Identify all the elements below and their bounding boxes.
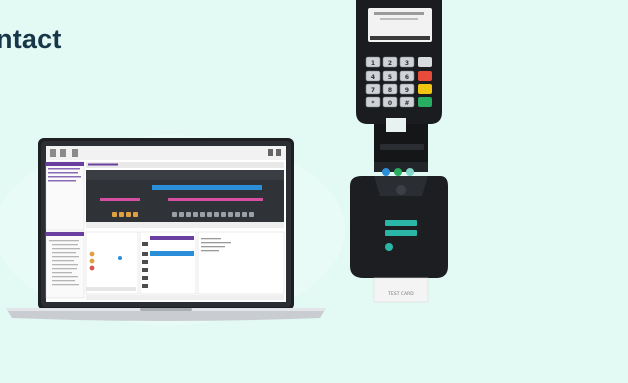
function-key	[418, 57, 432, 67]
svg-text:8: 8	[388, 87, 392, 94]
svg-text:1: 1	[371, 60, 375, 67]
svg-text:5: 5	[388, 74, 392, 81]
svg-text:4: 4	[371, 74, 375, 81]
svg-text:0: 0	[388, 100, 392, 107]
svg-text:9: 9	[405, 87, 409, 94]
clear-key	[418, 84, 432, 94]
cancel-key	[418, 71, 432, 81]
svg-text:6: 6	[405, 74, 409, 81]
payment-terminal-illustration: 123 456 789 * 0 # TEST CARD	[350, 0, 448, 303]
contactless-indicators	[382, 168, 414, 176]
enter-key	[418, 97, 432, 107]
svg-text:7: 7	[371, 87, 375, 94]
test-card-label: TEST CARD	[387, 291, 414, 297]
test-card	[373, 277, 429, 303]
svg-text:3: 3	[405, 60, 409, 67]
svg-text:#: #	[404, 100, 409, 107]
svg-text:2: 2	[388, 60, 392, 67]
